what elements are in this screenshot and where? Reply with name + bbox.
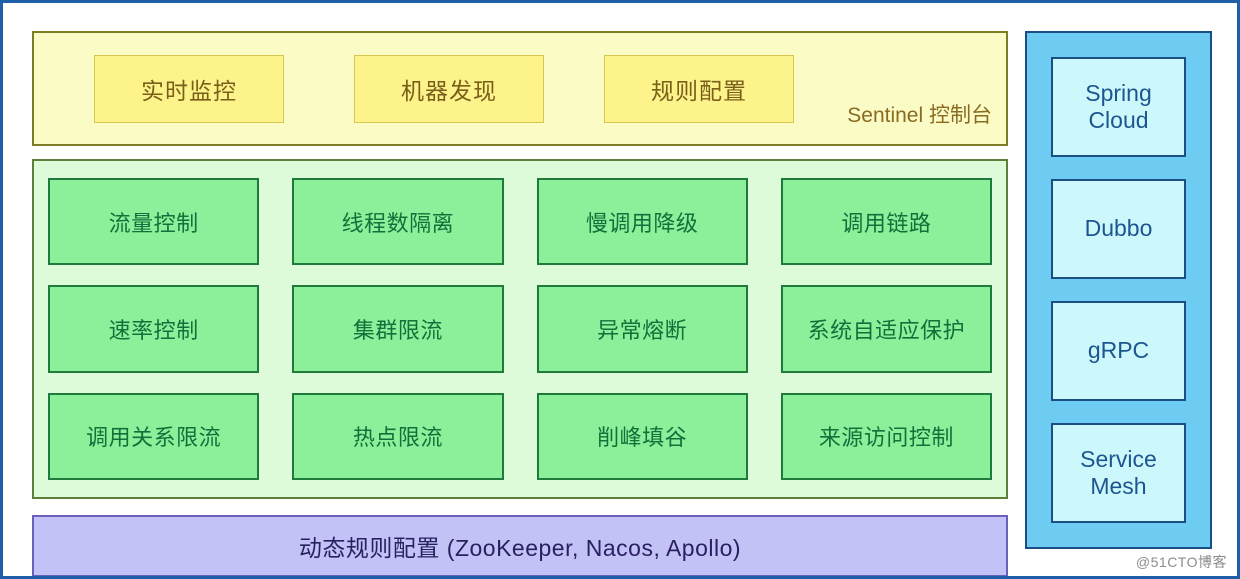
watermark: @51CTO博客 bbox=[1135, 554, 1227, 570]
feature-cluster-flow-control[interactable]: 集群限流 bbox=[292, 285, 504, 373]
dynamic-rule-datasource-bar[interactable]: 动态规则配置 (ZooKeeper, Nacos, Apollo) bbox=[32, 515, 1008, 576]
sentinel-console-panel: 实时监控 机器发现 规则配置 Sentinel 控制台 bbox=[32, 31, 1008, 146]
feature-label: 慢调用降级 bbox=[585, 210, 699, 236]
feature-label: 线程数隔离 bbox=[341, 210, 455, 236]
feature-relation-flow-control[interactable]: 调用关系限流 bbox=[48, 392, 260, 480]
adapter-label: gRPC bbox=[1087, 337, 1150, 364]
adapter-label: Dubbo bbox=[1084, 215, 1153, 242]
adapter-label: Spring Cloud bbox=[1085, 80, 1151, 134]
feature-grid: 流量控制 线程数隔离 慢调用降级 调用链路 速率控制 集群限流 异常熔断 系统自… bbox=[34, 161, 1006, 497]
adapter-label-line1: Spring bbox=[1085, 79, 1152, 106]
feature-label: 系统自适应保护 bbox=[807, 317, 966, 343]
adapter-dubbo[interactable]: Dubbo bbox=[1051, 179, 1186, 279]
feature-label: 热点限流 bbox=[352, 425, 443, 451]
datasource-label: 动态规则配置 (ZooKeeper, Nacos, Apollo) bbox=[298, 535, 742, 561]
feature-peak-shaving[interactable]: 削峰填谷 bbox=[536, 392, 748, 480]
console-panel-caption: Sentinel 控制台 bbox=[847, 104, 992, 127]
console-item-rule-config[interactable]: 规则配置 bbox=[604, 55, 794, 123]
feature-origin-access-control[interactable]: 来源访问控制 bbox=[780, 392, 992, 480]
console-item-label: 规则配置 bbox=[651, 78, 747, 104]
feature-label: 集群限流 bbox=[352, 317, 443, 343]
feature-system-adaptive-protection[interactable]: 系统自适应保护 bbox=[780, 285, 992, 373]
feature-slow-call-degrade[interactable]: 慢调用降级 bbox=[536, 178, 748, 266]
feature-label: 异常熔断 bbox=[597, 317, 688, 343]
adapter-grpc[interactable]: gRPC bbox=[1051, 301, 1186, 401]
console-item-realtime-monitor[interactable]: 实时监控 bbox=[94, 55, 284, 123]
feature-label: 调用关系限流 bbox=[86, 425, 222, 451]
adapter-label-line2: Mesh bbox=[1090, 473, 1147, 499]
feature-label: 速率控制 bbox=[108, 317, 199, 343]
adapters-panel: Spring Cloud Dubbo gRPC Service Mesh bbox=[1025, 31, 1212, 549]
feature-rate-control[interactable]: 速率控制 bbox=[48, 285, 260, 373]
console-item-label: 实时监控 bbox=[141, 78, 237, 104]
feature-label: 来源访问控制 bbox=[818, 425, 954, 451]
console-item-label: 机器发现 bbox=[401, 78, 497, 104]
adapter-label-line2: Cloud bbox=[1088, 107, 1149, 133]
feature-thread-isolation[interactable]: 线程数隔离 bbox=[292, 178, 504, 266]
adapter-spring-cloud[interactable]: Spring Cloud bbox=[1051, 57, 1186, 157]
feature-hotspot-flow-control[interactable]: 热点限流 bbox=[292, 392, 504, 480]
feature-label: 削峰填谷 bbox=[597, 425, 688, 451]
feature-exception-circuit-breaker[interactable]: 异常熔断 bbox=[536, 285, 748, 373]
diagram-canvas: 实时监控 机器发现 规则配置 Sentinel 控制台 流量控制 线程数隔离 慢… bbox=[0, 0, 1240, 579]
feature-label: 调用链路 bbox=[841, 210, 932, 236]
adapter-service-mesh[interactable]: Service Mesh bbox=[1051, 423, 1186, 523]
feature-call-chain[interactable]: 调用链路 bbox=[780, 178, 992, 266]
feature-label: 流量控制 bbox=[108, 210, 199, 236]
left-column: 实时监控 机器发现 规则配置 Sentinel 控制台 流量控制 线程数隔离 慢… bbox=[32, 31, 1008, 576]
feature-flow-control[interactable]: 流量控制 bbox=[48, 178, 260, 266]
adapter-label: Service Mesh bbox=[1080, 446, 1157, 500]
sentinel-features-panel: 流量控制 线程数隔离 慢调用降级 调用链路 速率控制 集群限流 异常熔断 系统自… bbox=[32, 159, 1008, 499]
console-item-machine-discovery[interactable]: 机器发现 bbox=[354, 55, 544, 123]
adapter-label-line1: Service bbox=[1080, 445, 1157, 472]
